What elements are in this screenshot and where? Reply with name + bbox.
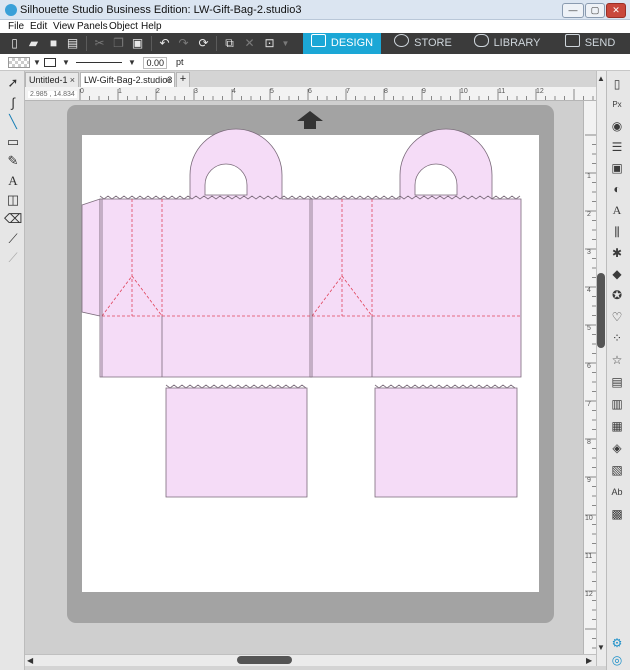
offset-icon[interactable]: ♡ [609,309,625,325]
gradient-icon[interactable]: ◐ [609,181,625,197]
scroll-left-icon[interactable]: ◀ [27,656,33,665]
modify-icon[interactable]: ✪ [609,287,625,303]
font-icon[interactable]: A [609,202,625,218]
text-style-icon[interactable]: Ab [609,484,625,500]
vertical-scrollbar[interactable] [596,71,606,666]
bag-bottom-left [165,387,308,498]
gift-bag-artwork[interactable] [0,0,630,670]
trace-icon[interactable]: ▤ [609,374,625,390]
horizontal-scroll-thumb[interactable] [237,656,292,664]
bag-panels[interactable] [81,128,522,498]
pixscan-icon[interactable]: Px [609,97,625,113]
line-style-icon[interactable]: ☰ [609,139,625,155]
transform-icon[interactable]: ◆ [609,266,625,282]
shapes-icon[interactable]: ☆ [609,352,625,368]
vertical-scroll-thumb[interactable] [597,273,605,348]
layers-icon[interactable]: ▦ [609,418,625,434]
bag-panel-left[interactable] [81,128,313,378]
align-icon[interactable]: ⫼ [609,224,625,240]
rhinestone-icon[interactable]: ⁘ [609,330,625,346]
bag-bottom-right [374,387,518,498]
reset-icon[interactable]: ◎ [609,652,625,668]
stroke-icon[interactable]: ▣ [609,160,625,176]
replicate-icon[interactable]: ✱ [609,245,625,261]
zigzag-edge [165,384,307,389]
page-setup-icon[interactable]: ▯ [609,76,625,92]
bag-panel-right[interactable] [309,128,522,378]
horizontal-scrollbar[interactable] [25,654,596,666]
scroll-up-icon[interactable]: ▲ [597,74,605,83]
settings-gear-icon[interactable]: ⚙ [609,635,625,651]
sketch-icon[interactable]: ▥ [609,396,625,412]
scroll-down-icon[interactable]: ▼ [597,643,605,652]
scroll-right-icon[interactable]: ▶ [586,656,592,665]
fill-panel-icon[interactable]: ◉ [609,118,625,134]
pattern-icon[interactable]: ▩ [609,506,625,522]
fold-icon[interactable]: ▧ [609,462,625,478]
emboss-icon[interactable]: ◈ [609,440,625,456]
zigzag-edge [374,384,516,389]
